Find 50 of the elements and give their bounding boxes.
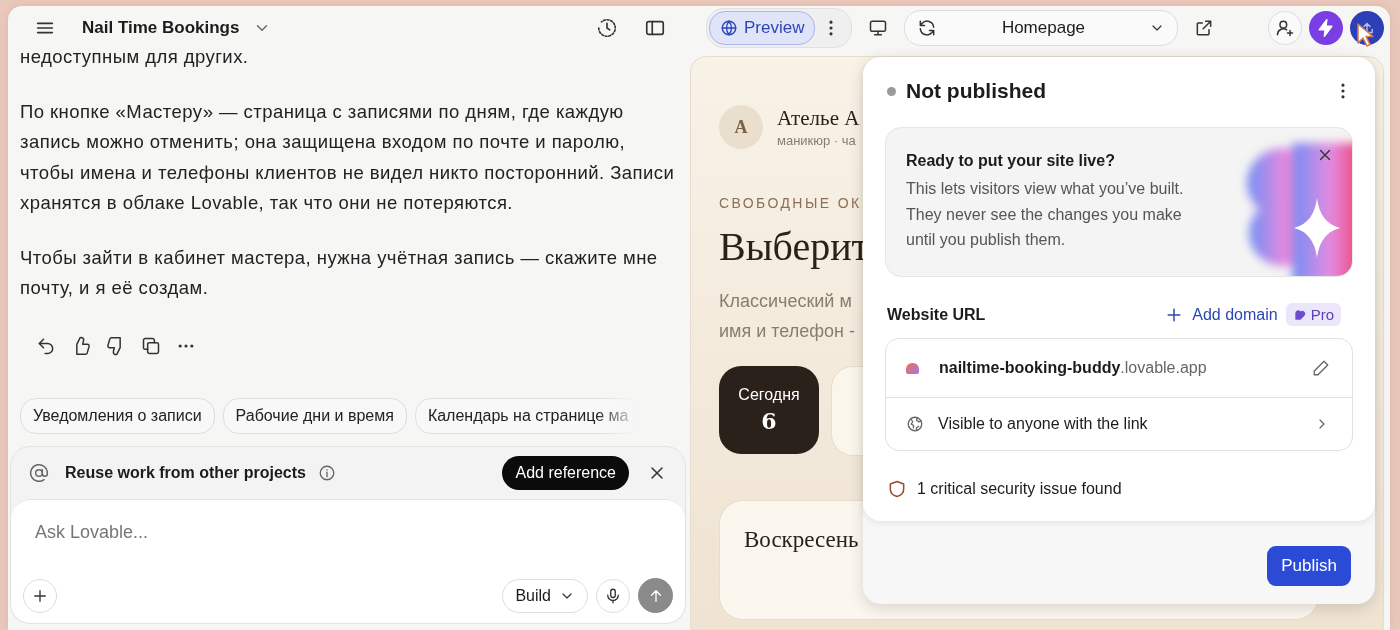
publish-button[interactable]: Publish [1267,546,1351,586]
reference-label: Reuse work from other projects [65,464,306,482]
invite-button[interactable] [1268,11,1302,45]
microphone-button[interactable] [596,578,630,613]
pencil-icon[interactable] [1312,359,1330,377]
lightning-icon [1316,18,1336,38]
publish-status: Not published [906,79,1046,103]
add-domain-button[interactable]: Add domain [1164,304,1278,325]
project-title[interactable]: Nail Time Bookings [82,18,240,38]
microphone-icon [604,586,622,605]
studio-meta: маникюр · ча [777,133,856,148]
security-warning[interactable]: 1 critical security issue found [917,480,1122,498]
message-paragraph: недоступным для других. [20,50,250,69]
website-url-label: Website URL [887,305,986,324]
section-eyebrow: СВОБОДНЫЕ ОК [719,195,862,211]
heart-icon [1292,307,1307,322]
preview-heading: Выберит [719,223,870,270]
chat-input-field[interactable]: Ask Lovable... Build [11,499,685,623]
add-reference-button[interactable]: Add reference [502,456,629,490]
pro-badge: Pro [1285,303,1341,326]
message-paragraph: Чтобы зайти в кабинет мастера, нужна учётная запись — скажите мне почту, и я её создам. [20,245,659,300]
message-paragraph: По кнопке «Мастеру» — страница с записями по дням, где каждую запись можно отменить; она защищена входом по почте и паролю, чтобы имена и телефоны клиентов не видел никто посторонний. Записи хранятся в облаке Lovable, так что они не потеряются. [20,99,676,215]
promo-title: Ready to put your site live? [906,152,1116,170]
attach-button[interactable] [23,578,57,613]
monitor-icon[interactable] [868,18,889,38]
send-button[interactable] [638,578,673,613]
info-icon[interactable] [317,464,336,482]
suggestion-chip[interactable]: Рабочие дни и время [222,398,407,434]
preview-tab[interactable]: Preview [709,11,816,45]
shield-icon [887,479,907,499]
globe-icon [720,19,738,37]
page-selector[interactable]: Homepage [904,10,1179,46]
copy-icon[interactable] [141,335,161,356]
mode-dropdown[interactable]: Build [502,578,588,613]
studio-avatar: А [719,105,763,149]
at-icon [29,463,49,483]
day-card-title: Воскресень [744,527,859,554]
suggestion-chip[interactable]: Уведомления о записи [20,398,215,434]
preview-description: Классический м имя и телефон - [719,290,855,343]
site-logo-icon [906,362,919,374]
studio-name: Ателье А [777,106,860,131]
upgrade-button[interactable] [1309,11,1343,45]
history-icon[interactable] [596,17,618,39]
site-url[interactable]: nailtime-booking-buddy.lovable.app [939,359,1207,377]
visibility-row[interactable]: Visible to anyone with the link [886,397,1352,450]
user-plus-icon [1275,18,1295,38]
promo-text: This lets visitors view what you’ve built. They never see the changes you make until you publish them. [906,179,1185,250]
day-button[interactable]: Сегодня 6 [719,366,819,454]
cursor-icon [1356,22,1376,48]
globe-icon [906,415,924,433]
